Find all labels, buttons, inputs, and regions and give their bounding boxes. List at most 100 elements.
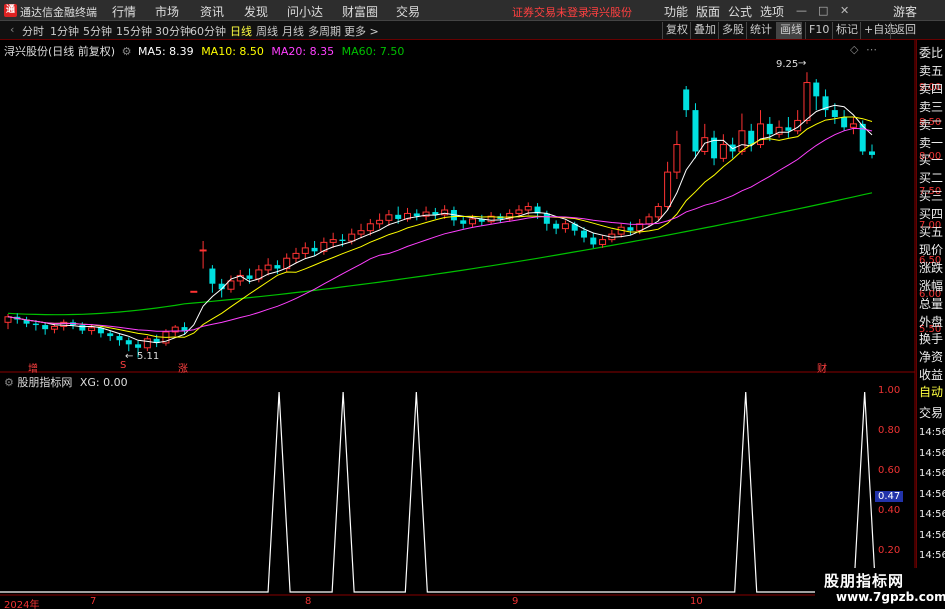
candle-body [561, 223, 569, 230]
candle-body [357, 230, 365, 235]
candle-body [79, 325, 86, 331]
candle-body [841, 117, 848, 128]
xg-signal-line [0, 391, 915, 593]
candle-body [264, 264, 272, 271]
indicator-name: 股朋指标网 [17, 376, 73, 389]
candle-body [701, 137, 709, 152]
candle-body [125, 340, 132, 345]
tick-time: 14:56 [919, 550, 945, 561]
quote-field-label: 涨幅 [919, 278, 944, 293]
tick-time: 14:56 [919, 468, 945, 479]
indicator-current-value: 0.47 [875, 491, 904, 502]
candle-body [869, 151, 875, 155]
candle-body [748, 130, 755, 145]
x-label-aug: 8 [305, 596, 312, 607]
candle-body [645, 216, 653, 225]
indicator-title: ⚙ 股朋指标网 XG: 0.00 [4, 374, 128, 390]
candle-body [199, 249, 207, 252]
candle-body [553, 223, 560, 229]
candle-body [654, 206, 662, 218]
candle-body [849, 123, 857, 128]
ma20-line [7, 127, 873, 332]
trade-label[interactable]: 自动 [919, 385, 943, 399]
watermark: 股朋指标网 www.7gpzb.com [815, 568, 945, 609]
kline-chart[interactable] [0, 0, 945, 609]
candle-body [50, 325, 58, 330]
tick-time: 14:56 [919, 529, 945, 541]
candle-body [831, 110, 838, 117]
candle-body [385, 214, 393, 221]
x-label-jul: 7 [90, 596, 97, 607]
quote-field-label: 委比 [919, 46, 944, 60]
candle-body [590, 237, 597, 245]
quote-field-label: 收益 [919, 368, 944, 383]
candle-body [515, 209, 523, 214]
candle-body [292, 252, 300, 259]
candle-body [785, 127, 792, 131]
quote-field-label: 卖四 [919, 81, 944, 96]
candle-body [311, 247, 318, 252]
candle-body [757, 123, 765, 146]
candle-body [692, 110, 699, 152]
x-label-year: 2024年 [4, 600, 40, 609]
high-annotation: 9.25 [776, 59, 799, 70]
indicator-tick: 0.40 [878, 505, 901, 516]
candle-body [227, 280, 235, 290]
quote-field-label: 卖三 [919, 99, 944, 114]
marker-finance[interactable]: 财 [817, 360, 827, 375]
quote-field-label: 买三 [919, 189, 944, 204]
tick-time: 14:56 [919, 488, 945, 500]
marker-increase[interactable]: 增 [28, 360, 38, 375]
quote-field-label: 外盘 [919, 314, 944, 329]
gear-icon[interactable]: ⚙ [4, 376, 14, 389]
candle-body [766, 123, 773, 135]
candle-body [813, 82, 820, 97]
candle-body [460, 220, 467, 224]
quote-side-panel: 委比 卖五 卖四 卖三 卖二 卖一 买一 买二 买三 买四 买五 现价 涨跌 涨幅 总量 外盘 换手 净资 收益 自动… [916, 40, 945, 609]
tick-time: 14:56 [919, 427, 945, 438]
marker-s[interactable]: S [120, 360, 126, 371]
candle-body [599, 239, 607, 245]
candle-body [42, 325, 49, 330]
candle-body [664, 171, 672, 208]
x-label-oct: 10 [690, 596, 703, 607]
candle-body [673, 144, 681, 173]
candle-body [32, 323, 39, 326]
candle-body [329, 239, 337, 243]
quote-field-label: 换手 [919, 332, 944, 347]
watermark-url: www.7gpzb.com [836, 590, 945, 604]
marker-rise[interactable]: 涨 [178, 360, 188, 375]
candle-body [581, 230, 587, 238]
candle-body [181, 327, 188, 331]
arrow-right-icon: → [798, 58, 807, 69]
low-annotation: 5.11 [137, 351, 160, 362]
quote-field-label: 净资 [919, 350, 944, 365]
watermark-title: 股朋指标网 [824, 572, 905, 590]
indicator-tick: 1.00 [878, 385, 901, 396]
x-label-sep: 9 [512, 596, 519, 607]
candle-body [190, 290, 198, 293]
quote-field-label: 卖一 [919, 135, 944, 150]
indicator-tick: 0.60 [878, 465, 901, 476]
candle-body [524, 206, 532, 211]
trade-label[interactable]: 交易 [919, 406, 943, 420]
tick-time: 14:56 [919, 447, 945, 459]
quote-field-label: 买五 [919, 225, 944, 239]
candle-body [107, 333, 114, 337]
candle-body [683, 89, 690, 111]
candle-body [738, 130, 746, 152]
candle-body [469, 218, 477, 225]
quote-field-label: 买四 [919, 207, 944, 222]
candle-body [719, 144, 727, 159]
quote-field-label: 卖五 [919, 63, 944, 78]
candle-body [246, 275, 253, 279]
quote-field-label: 现价 [919, 242, 944, 257]
ma60-line [7, 192, 873, 316]
ma10-line [7, 116, 873, 338]
candle-body [543, 213, 550, 224]
tick-time: 14:56 [919, 509, 945, 520]
candle-body [339, 239, 346, 241]
quote-field-label: 总量 [919, 296, 944, 311]
candle-body [413, 213, 420, 217]
candle-body [116, 336, 123, 341]
